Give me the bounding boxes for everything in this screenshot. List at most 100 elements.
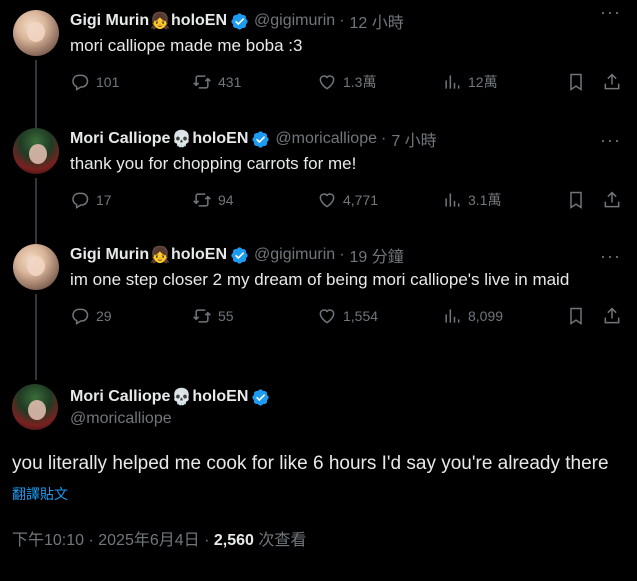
tweet-left-column: [12, 10, 60, 128]
views-label: 次查看: [253, 532, 307, 549]
verified-icon: [252, 388, 269, 406]
like-button[interactable]: 4,771: [317, 190, 378, 210]
tweet-timestamp[interactable]: 下午10:10 · 2025年6月4日 ·: [12, 532, 214, 549]
like-button[interactable]: 1,554: [317, 306, 378, 326]
views-icon: [445, 75, 460, 89]
share-icon: [604, 307, 620, 324]
views-icon: [445, 193, 460, 207]
tweet-actions: 29 55 1,554 8,099: [70, 298, 630, 334]
author-suffix[interactable]: holoEN: [171, 246, 227, 264]
like-icon: [319, 193, 335, 208]
more-icon[interactable]: ···: [600, 2, 621, 23]
separator-dot: ·: [339, 246, 345, 263]
author-handle[interactable]: @gigimurin: [254, 246, 335, 264]
like-count: 1.3萬: [343, 74, 377, 90]
retweet-count: 55: [218, 308, 234, 324]
translate-post-link[interactable]: 翻譯貼文: [12, 484, 625, 504]
tweet-content: Mori Calliope 💀 holoEN @moricalliope · 7…: [60, 128, 625, 244]
avatar[interactable]: [12, 384, 58, 430]
bookmark-icon: [570, 73, 582, 91]
avatar-face: [27, 256, 45, 276]
verified-icon: [231, 12, 248, 30]
author-emoji: 👧: [150, 247, 171, 264]
thread-tweet[interactable]: Gigi Murin 👧 holoEN @gigimurin · 12 小時 ·…: [0, 0, 637, 128]
tweet-header: Gigi Murin 👧 holoEN @gigimurin · 19 分鐘: [70, 244, 625, 266]
thread: Gigi Murin 👧 holoEN @gigimurin · 12 小時 ·…: [0, 0, 637, 550]
tweet-time[interactable]: 12 小時: [350, 9, 404, 33]
focused-tweet: Mori Calliope 💀 holoEN @moricalliope you…: [0, 384, 637, 550]
bookmark-button[interactable]: [566, 190, 592, 210]
reply-icon: [72, 308, 89, 325]
thread-tweet[interactable]: Gigi Murin 👧 holoEN @gigimurin · 19 分鐘 ·…: [0, 244, 637, 380]
views-icon: [445, 309, 460, 323]
reply-count: 17: [96, 192, 112, 208]
views-total: 2,560: [213, 532, 254, 549]
focused-tweet-text: you literally helped me cook for like 6 …: [12, 453, 609, 474]
thread-connector: [35, 294, 37, 380]
tweet-left-column: [12, 244, 60, 380]
separator-dot: ·: [380, 130, 387, 147]
views-button[interactable]: 8,099: [442, 306, 503, 326]
author-handle[interactable]: @moricalliope: [275, 130, 377, 148]
bookmark-button[interactable]: [566, 306, 592, 326]
tweet-time[interactable]: 7 小時: [391, 127, 436, 151]
avatar-face: [29, 144, 47, 164]
author-suffix[interactable]: holoEN: [171, 12, 227, 30]
tweet-time[interactable]: 19 分鐘: [350, 243, 404, 267]
views-count: 12萬: [468, 74, 498, 90]
author-name[interactable]: Gigi Murin: [70, 246, 149, 264]
retweet-icon: [193, 193, 211, 207]
thread-connector: [35, 60, 37, 128]
bookmark-button[interactable]: [566, 72, 592, 92]
reply-button[interactable]: 29: [70, 306, 112, 326]
author-name-row: Mori Calliope 💀 holoEN: [70, 386, 270, 408]
reply-count: 29: [96, 308, 112, 324]
author-suffix[interactable]: holoEN: [192, 130, 248, 148]
share-button[interactable]: [602, 72, 628, 92]
tweet-text: thank you for chopping carrots for me!: [70, 154, 357, 173]
more-icon[interactable]: ···: [600, 246, 621, 267]
author-handle[interactable]: @gigimurin: [254, 12, 335, 30]
tweet-text: im one step closer 2 my dream of being m…: [70, 270, 570, 289]
author-handle[interactable]: @moricalliope: [70, 410, 270, 428]
verified-icon: [231, 246, 248, 264]
retweet-count: 94: [218, 192, 234, 208]
avatar[interactable]: [13, 10, 59, 56]
tweet-actions: 101 431 1.3萬 12萬: [70, 64, 630, 100]
thread-tweet[interactable]: Mori Calliope 💀 holoEN @moricalliope · 7…: [0, 128, 637, 244]
author-emoji: 💀: [171, 389, 192, 406]
avatar-face: [27, 22, 45, 42]
share-button[interactable]: [602, 190, 628, 210]
author-emoji: 👧: [150, 13, 171, 30]
avatar[interactable]: [13, 128, 59, 174]
avatar[interactable]: [13, 244, 59, 290]
views-button[interactable]: 12萬: [442, 72, 498, 92]
author-identity: Mori Calliope 💀 holoEN @moricalliope: [70, 386, 270, 428]
author-name[interactable]: Mori Calliope: [70, 130, 170, 148]
retweet-button[interactable]: 55: [192, 306, 234, 326]
more-icon[interactable]: ···: [600, 130, 621, 151]
reply-button[interactable]: 17: [70, 190, 112, 210]
retweet-button[interactable]: 431: [192, 72, 241, 92]
reply-icon: [72, 192, 89, 209]
retweet-button[interactable]: 94: [192, 190, 234, 210]
views-button[interactable]: 3.1萬: [442, 190, 501, 210]
verified-icon: [252, 130, 269, 148]
tweet-content: Gigi Murin 👧 holoEN @gigimurin · 12 小時 ·…: [60, 2, 625, 128]
reply-button[interactable]: 101: [70, 72, 119, 92]
separator-dot: ·: [339, 12, 345, 29]
share-button[interactable]: [602, 306, 628, 326]
author-name[interactable]: Gigi Murin: [70, 12, 149, 30]
tweet-text: mori calliope made me boba :3: [70, 36, 303, 55]
tweet-header: Gigi Murin 👧 holoEN @gigimurin · 12 小時: [70, 10, 625, 32]
views-count: 3.1萬: [468, 192, 502, 208]
author-suffix[interactable]: holoEN: [192, 388, 248, 406]
author-name[interactable]: Mori Calliope: [70, 388, 170, 406]
like-count: 4,771: [343, 192, 379, 208]
like-icon: [319, 75, 335, 90]
like-icon: [319, 309, 335, 324]
tweet-left-column: [12, 128, 60, 244]
like-button[interactable]: 1.3萬: [317, 72, 376, 92]
retweet-icon: [193, 75, 211, 89]
reply-count: 101: [96, 74, 120, 90]
